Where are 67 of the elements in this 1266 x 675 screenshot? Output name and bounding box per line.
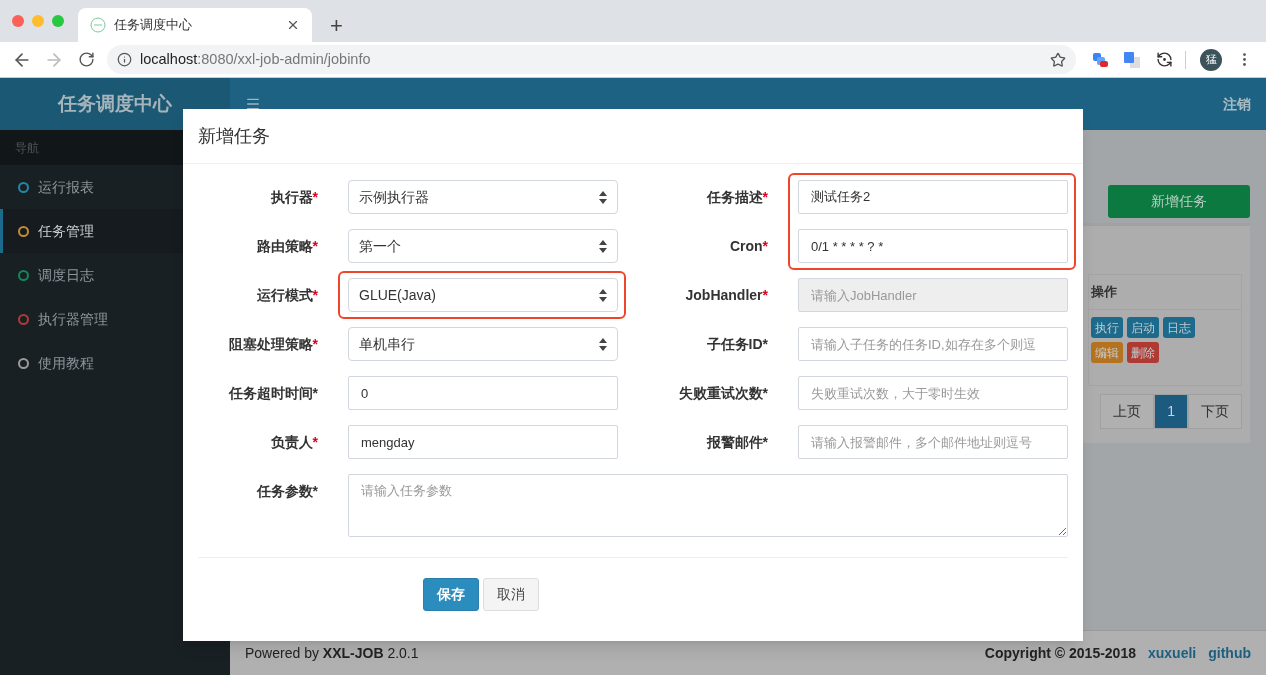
sync-icon[interactable] <box>1156 51 1173 68</box>
copyright-text: Copyright © 2015-2018 <box>984 643 1136 663</box>
select-field[interactable]: 单机串行 <box>348 327 618 361</box>
sidebar-item[interactable]: 使用教程 <box>0 341 230 385</box>
input-field[interactable]: 失败重试次数，大于零时生效 <box>798 376 1068 410</box>
action-button[interactable]: 删除 <box>1127 342 1159 363</box>
browser-tab[interactable]: 任务调度中心 <box>78 8 312 42</box>
field-label: 报警邮件* <box>706 432 768 452</box>
input-field[interactable]: mengday <box>348 425 618 459</box>
field-label: 子任务ID* <box>706 334 768 354</box>
sidebar-item[interactable]: 调度日志 <box>0 253 230 297</box>
footer-link[interactable]: xuxueli <box>1148 642 1197 664</box>
save-button[interactable]: 保存 <box>423 578 479 611</box>
cancel-button[interactable]: 取消 <box>483 578 539 611</box>
menu-icon[interactable] <box>245 96 261 112</box>
field-label: 任务描述* <box>706 187 768 207</box>
input-field[interactable]: 请输入子任务的任务ID,如存在多个则逗 <box>798 327 1068 361</box>
action-button[interactable]: 执行 <box>1091 317 1123 338</box>
action-button[interactable]: 日志 <box>1163 317 1195 338</box>
column-header: 操作 <box>1091 283 1117 302</box>
select-field[interactable]: 示例执行器 <box>348 180 618 214</box>
section-label: 导航 <box>15 139 39 157</box>
select-field[interactable]: GLUE(Java) <box>348 278 618 312</box>
logout-link[interactable]: 注销 <box>1223 93 1251 115</box>
sort-arrows-icon <box>599 288 607 302</box>
field-label: Cron* <box>729 236 768 256</box>
document-squares-icon[interactable] <box>1124 51 1140 68</box>
add-task-button[interactable]: 新增任务 <box>1108 185 1250 218</box>
field-label: JobHandler* <box>685 285 768 305</box>
new-tab-button[interactable]: + <box>330 8 343 42</box>
reload-icon[interactable] <box>78 51 95 68</box>
brand-title: 任务调度中心 <box>58 91 172 116</box>
sidebar-item[interactable]: 执行器管理 <box>0 297 230 341</box>
footer-link[interactable]: github <box>1208 642 1251 664</box>
url-text: localhost:8080/xxl-job-admin/jobinfo <box>140 49 372 69</box>
input-field[interactable]: 0/1 * * * * ? * <box>798 229 1068 263</box>
powered-by-text: Powered by XXL-JOB 2.0.1 <box>245 643 419 663</box>
input-field[interactable]: 请输入报警邮件，多个邮件地址则逗号 <box>798 425 1068 459</box>
square-badge-icon[interactable] <box>1092 51 1108 68</box>
field-label: 失败重试次数* <box>678 383 768 403</box>
select-field[interactable]: 第一个 <box>348 229 618 263</box>
dialog-title: 新增任务 <box>198 124 270 148</box>
sidebar-item[interactable]: 运行报表 <box>0 165 230 209</box>
textarea-field[interactable]: 请输入任务参数 <box>348 474 1068 537</box>
sort-arrows-icon <box>599 239 607 253</box>
field-label: 执行器* <box>270 187 318 207</box>
input-field[interactable]: 测试任务2 <box>798 180 1068 214</box>
field-label: 任务超时时间* <box>228 383 318 403</box>
input-field[interactable]: 0 <box>348 376 618 410</box>
close-icon[interactable] <box>286 18 300 32</box>
pagination-button[interactable]: 下页 <box>1188 394 1242 429</box>
field-label: 任务参数* <box>256 482 318 501</box>
circle-logo-icon <box>90 17 106 33</box>
address-bar[interactable]: localhost:8080/xxl-job-admin/jobinfo <box>107 45 1076 74</box>
field-label: 运行模式* <box>256 285 318 305</box>
tab-title: 任务调度中心 <box>114 16 193 35</box>
star-icon[interactable] <box>1050 51 1066 68</box>
pagination-button[interactable]: 上页 <box>1100 394 1155 429</box>
field-label: 负责人* <box>270 432 318 452</box>
field-label: 路由策略* <box>256 236 318 256</box>
field-label: 阻塞处理策略* <box>228 334 318 354</box>
action-button[interactable]: 启动 <box>1127 317 1159 338</box>
sort-arrows-icon <box>599 337 607 351</box>
info-icon <box>117 52 132 67</box>
sort-arrows-icon <box>599 190 607 204</box>
avatar[interactable]: 猛 <box>1200 48 1222 71</box>
pagination-button[interactable]: 1 <box>1154 394 1188 429</box>
